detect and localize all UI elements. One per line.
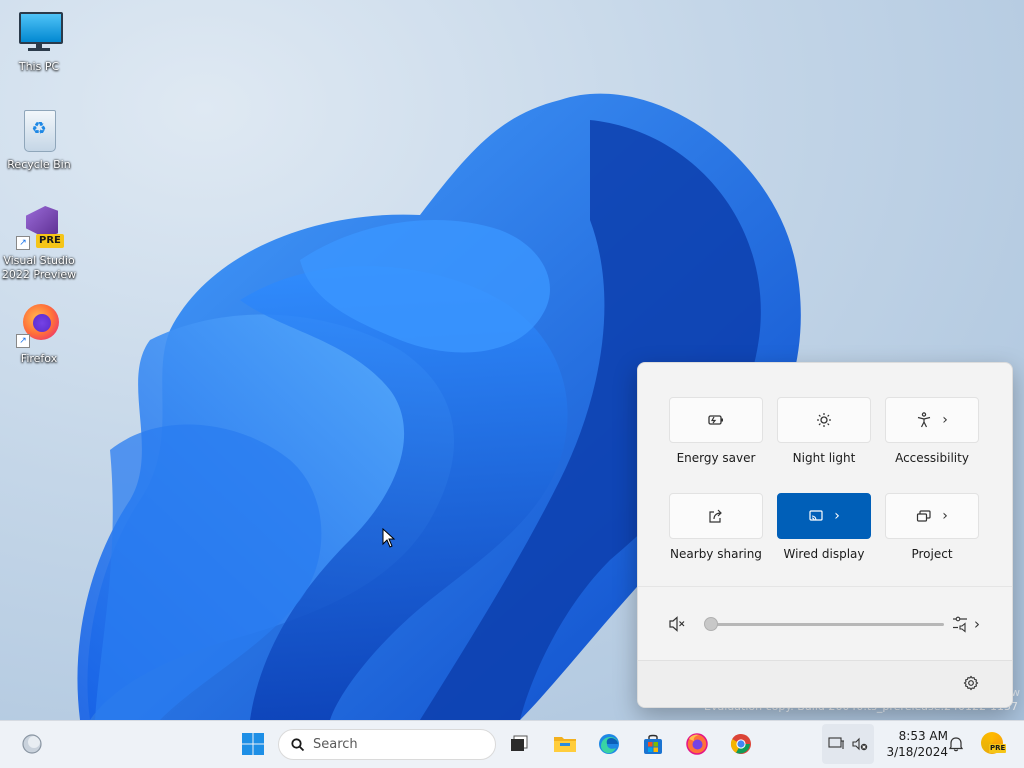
widgets-weather-icon: [22, 734, 42, 754]
project-icon: [917, 510, 931, 522]
share-icon: [709, 509, 722, 523]
divider: [638, 586, 1012, 587]
desktop-icon-label: Recycle Bin: [7, 158, 71, 171]
system-tray-network-button[interactable]: [822, 724, 874, 764]
volume-row: ›: [666, 609, 986, 639]
tile-nearby-sharing: Nearby sharing: [669, 493, 763, 561]
chrome-button[interactable]: [726, 720, 756, 768]
task-view-button[interactable]: [504, 720, 534, 768]
desktop-icon-visual-studio[interactable]: PRE ↗ Visual Studio 2022 Preview: [1, 204, 77, 282]
recycle-bin-icon: ♻: [16, 108, 62, 154]
accessibility-icon: [918, 412, 931, 428]
tile-accessibility: › Accessibility: [885, 397, 979, 465]
shortcut-arrow-icon: ↗: [16, 236, 30, 250]
start-button[interactable]: [236, 720, 270, 768]
desktop-icon-label: Visual Studio 2022 Preview: [1, 254, 77, 281]
tile-project: › Project: [885, 493, 979, 561]
visual-studio-icon: PRE ↗: [16, 204, 64, 250]
chevron-right-icon: ›: [834, 508, 840, 524]
tile-energy-saver: Energy saver: [669, 397, 763, 465]
tile-label: Project: [911, 547, 953, 561]
taskbar-search-box[interactable]: Search: [278, 729, 496, 760]
clock-date: 3/18/2024: [886, 745, 948, 759]
copilot-preview-button[interactable]: PRE: [978, 720, 1008, 768]
bell-icon: [948, 737, 964, 752]
chevron-right-icon[interactable]: ›: [974, 615, 980, 633]
desktop-icon-label: This PC: [18, 60, 60, 73]
nearby-sharing-toggle[interactable]: [669, 493, 763, 539]
clock-time: 8:53 AM: [898, 729, 948, 743]
edge-button[interactable]: [594, 720, 624, 768]
network-display-icon: [828, 737, 844, 749]
firefox-icon: ↗: [16, 302, 62, 348]
desktop-icon-label: Firefox: [20, 352, 58, 365]
task-view-icon: [511, 735, 528, 751]
energy-saver-toggle[interactable]: [669, 397, 763, 443]
desktop-icon-firefox[interactable]: ↗ Firefox: [1, 302, 77, 366]
tile-label: Wired display: [783, 547, 865, 561]
folder-icon: [554, 737, 576, 752]
chrome-icon: [730, 733, 751, 754]
file-explorer-button[interactable]: [550, 720, 580, 768]
audio-output-icon[interactable]: [952, 615, 972, 633]
copilot-preview-icon: PRE: [981, 732, 1007, 756]
wired-display-toggle[interactable]: ›: [777, 493, 871, 539]
volume-muted-tray-icon: [852, 737, 868, 751]
desktop-icon-this-pc[interactable]: This PC: [1, 10, 77, 74]
night-light-toggle[interactable]: [777, 397, 871, 443]
firefox-icon: [686, 733, 708, 755]
pre-badge: PRE: [989, 744, 1007, 753]
volume-slider-track[interactable]: [710, 623, 944, 626]
project-toggle[interactable]: ›: [885, 493, 979, 539]
cast-icon: [809, 510, 823, 521]
quick-settings-footer: [638, 660, 1012, 707]
speaker-muted-icon[interactable]: [668, 615, 686, 633]
edge-icon: [599, 734, 619, 754]
tile-label: Energy saver: [676, 451, 756, 465]
chevron-right-icon: ›: [942, 508, 948, 524]
energy-saver-icon: [708, 415, 723, 425]
settings-gear-icon[interactable]: [963, 675, 979, 691]
store-icon: [644, 734, 662, 754]
microsoft-store-button[interactable]: [638, 720, 668, 768]
tile-label: Nearby sharing: [670, 547, 762, 561]
desktop-icon-recycle-bin[interactable]: ♻ Recycle Bin: [1, 108, 77, 172]
night-light-icon: [817, 413, 831, 427]
volume-slider-thumb[interactable]: [704, 617, 718, 631]
tile-label: Accessibility: [895, 451, 969, 465]
tile-label: Night light: [792, 451, 856, 465]
search-placeholder: Search: [313, 737, 358, 752]
mouse-cursor-icon: [382, 528, 396, 548]
quick-settings-panel: Energy saver Night light › Accessibility…: [637, 362, 1013, 708]
pre-badge: PRE: [36, 234, 64, 248]
chevron-right-icon: ›: [942, 412, 948, 428]
monitor-icon: [16, 10, 63, 56]
taskbar-clock[interactable]: 8:53 AM 3/18/2024: [880, 728, 948, 760]
windows-logo-icon: [242, 733, 264, 755]
search-icon: [291, 737, 305, 751]
accessibility-toggle[interactable]: ›: [885, 397, 979, 443]
widgets-button[interactable]: [16, 720, 48, 768]
firefox-taskbar-button[interactable]: [682, 720, 712, 768]
tile-wired-display: › Wired display: [777, 493, 871, 561]
notifications-button[interactable]: [944, 720, 968, 768]
tile-night-light: Night light: [777, 397, 871, 465]
shortcut-arrow-icon: ↗: [16, 334, 30, 348]
